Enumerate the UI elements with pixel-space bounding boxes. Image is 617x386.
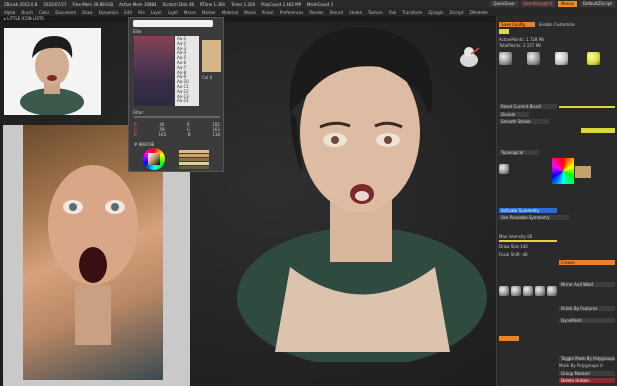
focal-shift: Focal Shift -48 xyxy=(499,252,528,257)
menu-file[interactable]: File xyxy=(138,10,145,15)
save-config-button[interactable]: Save Config xyxy=(499,22,535,27)
menu-alpha[interactable]: Alpha xyxy=(4,10,15,15)
material-icon[interactable] xyxy=(587,52,600,65)
menu-brush[interactable]: Brush xyxy=(21,10,33,15)
menu-tool[interactable]: Tool xyxy=(389,10,397,15)
max-intensity: Max Intensity 60 xyxy=(499,234,533,239)
draw-size: Draw Size 140 xyxy=(499,244,528,249)
right-tool-panel: Save Config Enable Customize ActivePoint… xyxy=(496,16,617,386)
brush-slot-5[interactable] xyxy=(547,286,557,296)
app-date: 2022/07/27 xyxy=(43,1,67,7)
mask-polygroups-value: Mask By Polygroups 0 xyxy=(559,363,603,368)
menu-macro[interactable]: Macro xyxy=(184,10,196,15)
polycount: PolyCount 2.462 MP xyxy=(261,1,302,7)
stroke-icon[interactable] xyxy=(527,52,540,65)
quicksave-button[interactable]: QuickSave xyxy=(490,1,518,7)
group-masked-button[interactable]: Group Masked xyxy=(559,371,615,376)
scratch-disk: Scratch Disk 48 xyxy=(162,1,194,7)
intensity-slider[interactable] xyxy=(559,106,615,108)
alpha-icon[interactable] xyxy=(555,52,568,65)
menu-zmodeler[interactable]: ZModeler xyxy=(469,10,488,15)
menu-document[interactable]: Document xyxy=(55,10,76,15)
zadd-toggle[interactable] xyxy=(581,128,615,133)
toggle-mask-polygroups-button[interactable]: Toggle Mask By Polygroups xyxy=(559,356,615,361)
double-button[interactable]: Double xyxy=(499,112,529,117)
sculpt-bust-model[interactable] xyxy=(230,22,490,362)
filter-label: Filter: xyxy=(133,110,145,115)
brush-slot-1[interactable] xyxy=(499,286,509,296)
brush-slot-4[interactable] xyxy=(535,286,545,296)
menu-texture[interactable]: Texture xyxy=(368,10,383,15)
main-color-picker[interactable] xyxy=(552,158,574,184)
rgb-values: R 40 R 185 G 59 G 163 B 165 B 118 xyxy=(134,122,220,137)
brush-slot-3[interactable] xyxy=(523,286,533,296)
palette-title: Ellie xyxy=(133,29,142,34)
topological-button[interactable]: Topological xyxy=(499,150,539,155)
menu-color[interactable]: Color xyxy=(39,10,49,15)
mirror-weld-button[interactable]: Mirror And Weld xyxy=(559,282,615,287)
palette-name-list[interactable]: Aa-1 Aa-2 Aa-3 Aa-4 Aa-5 Aa-6 Aa-7 Aa-8 … xyxy=(175,36,199,106)
menu-draw[interactable]: Draw xyxy=(82,10,92,15)
search-input[interactable] xyxy=(133,20,213,27)
color-picker-square[interactable] xyxy=(148,153,160,165)
rgb-row-b: B 165 B 118 xyxy=(134,132,220,137)
reset-brush-button[interactable]: Reset Current Brush xyxy=(499,104,557,109)
menu-bar: Alpha Brush Color Document Draw Dynamics… xyxy=(0,8,617,16)
menus-button[interactable]: Menus xyxy=(557,1,578,7)
reference-image-top[interactable] xyxy=(4,28,101,116)
brush-icon[interactable] xyxy=(499,52,512,65)
active-points: ActivePoints: 1.728 Mil xyxy=(499,37,545,42)
menu-transform[interactable]: Transform xyxy=(402,10,422,15)
app-title: ZBrush 2022.0.8 xyxy=(4,1,38,7)
flat-color-icon[interactable] xyxy=(499,164,509,174)
secondary-color[interactable] xyxy=(575,166,591,178)
total-points: TotalPoints: 2.157 Mil xyxy=(499,43,542,48)
navigation-gizmo-icon[interactable] xyxy=(457,44,483,70)
active-mem: Active Mem 10884 xyxy=(119,1,157,7)
delete-hidden-button[interactable]: Delete Hidden xyxy=(559,378,615,383)
activate-symmetry-button[interactable]: Activate Symmetry xyxy=(499,208,557,213)
sym-x-toggle[interactable] xyxy=(499,29,509,34)
menu-layer[interactable]: Layer xyxy=(151,10,162,15)
menu-zplugin[interactable]: Zplugin xyxy=(428,10,443,15)
menu-light[interactable]: Light xyxy=(168,10,178,15)
dynamesh-button[interactable]: DynaMesh xyxy=(559,318,615,323)
menu-material[interactable]: Material xyxy=(222,10,238,15)
menu-picker[interactable]: Picker xyxy=(262,10,274,15)
selected-color-swatch[interactable] xyxy=(202,40,221,72)
menu-edit[interactable]: Edit xyxy=(124,10,132,15)
see-through-button[interactable]: See-through 0 xyxy=(520,1,555,7)
menu-zscript[interactable]: Zscript xyxy=(449,10,463,15)
menu-dynamics[interactable]: Dynamics xyxy=(99,10,119,15)
menu-marker[interactable]: Marker xyxy=(202,10,216,15)
color-swatch-panel: Ellie Aa-1 Aa-2 Aa-3 Aa-4 Aa-5 Aa-6 Aa-7… xyxy=(128,17,224,172)
enable-customize-label[interactable]: Enable Customize xyxy=(539,22,615,27)
default-script-button[interactable]: DefaultZScript xyxy=(580,1,615,7)
menu-stroke[interactable]: Stroke xyxy=(349,10,362,15)
hex-value[interactable]: # 9B3C9E xyxy=(134,142,154,147)
free-mem: Free Mem 39.891GB xyxy=(72,1,114,7)
max-intensity-slider[interactable] xyxy=(499,240,557,242)
crease-button[interactable]: Crease xyxy=(559,260,615,265)
title-buttons: QuickSave See-through 0 Menus DefaultZSc… xyxy=(490,1,615,7)
recent-colors[interactable] xyxy=(179,150,209,170)
brush-slot-2[interactable] xyxy=(511,286,521,296)
bust-thumbnail xyxy=(20,36,84,116)
polish-features-button[interactable]: Polish By Features xyxy=(559,306,615,311)
title-bar: ZBrush 2022.0.8 2022/07/27 Free Mem 39.8… xyxy=(0,0,617,8)
column-label: Col 0 xyxy=(202,75,213,80)
filter-slider[interactable] xyxy=(134,116,220,118)
palette-color-list[interactable] xyxy=(134,36,174,106)
menu-stencil[interactable]: Stencil xyxy=(330,10,344,15)
poseable-symmetry-button[interactable]: Use Poseable Symmetry xyxy=(499,215,569,220)
rtime: RTime 1.364 xyxy=(199,1,225,7)
menu-movie[interactable]: Movie xyxy=(244,10,256,15)
timer: Timer 1.200 xyxy=(230,1,256,7)
draw-mode-button[interactable] xyxy=(499,336,519,341)
menu-render[interactable]: Render xyxy=(309,10,323,15)
smooth-stroke-button[interactable]: Smooth Stroke xyxy=(499,119,549,124)
menu-preferences[interactable]: Preferences xyxy=(280,10,304,15)
palette-item[interactable]: Aa-14 xyxy=(177,99,197,104)
meshcount: MeshCount 1 xyxy=(307,1,334,7)
